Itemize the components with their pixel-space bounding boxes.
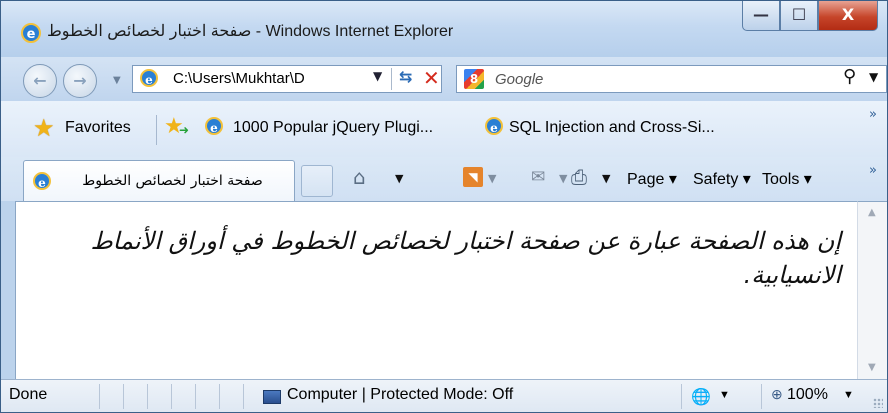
page-content: إن هذه الصفحة عبارة عن صفحة اختبار لخصائ… (15, 201, 857, 379)
title-bar[interactable]: e صفحة اختبار لخصائص الخطوط - Windows In… (1, 1, 887, 57)
minimize-button[interactable]: — (742, 1, 780, 31)
window-title: صفحة اختبار لخصائص الخطوط - Windows Inte… (47, 23, 454, 40)
zoom-dropdown-icon[interactable]: ▼ (843, 389, 854, 401)
ie-tab-icon: e (33, 172, 51, 190)
zoom-level[interactable]: 100% (787, 386, 828, 404)
status-divider (147, 384, 148, 409)
page-menu[interactable]: Page ▾ (627, 169, 677, 189)
refresh-icon[interactable]: ⇆ (399, 67, 412, 86)
scroll-down-arrow-icon[interactable]: ▼ (868, 362, 876, 373)
back-arrow-icon[interactable]: ← (23, 64, 57, 98)
home-icon[interactable]: ⌂ (353, 166, 366, 188)
forward-arrow-icon[interactable]: → (63, 64, 97, 98)
address-bar[interactable]: e C:\Users\Mukhtar\D ▼ ⇆ ✕ (132, 65, 442, 93)
favorite-link-sql[interactable]: SQL Injection and Cross-Si... (509, 119, 715, 137)
status-text: Done (9, 386, 48, 403)
print-dropdown-icon[interactable]: ▼ (602, 172, 610, 185)
google-icon[interactable]: 8 (464, 69, 484, 89)
computer-zone-icon (263, 390, 281, 404)
ie-logo-icon: e (21, 23, 41, 43)
security-icon[interactable]: 🌐 (691, 387, 711, 407)
feeds-icon[interactable]: ◥ (463, 167, 483, 187)
address-dropdown-icon[interactable]: ▼ (373, 69, 382, 83)
add-favorites-arrow-icon: ➜ (179, 123, 190, 137)
search-bar[interactable]: 8 ⚲ ▼ (456, 65, 887, 93)
new-tab-button[interactable] (301, 165, 333, 197)
address-input[interactable]: C:\Users\Mukhtar\D (173, 69, 368, 89)
favorites-star-icon[interactable]: ★ (33, 116, 55, 140)
mail-icon[interactable]: ✉ (531, 166, 545, 188)
ie-link-icon: e (485, 117, 503, 135)
search-input[interactable] (495, 69, 795, 89)
vertical-scrollbar[interactable]: ▲ ▼ (857, 201, 887, 379)
browser-window: e صفحة اختبار لخصائص الخطوط - Windows In… (0, 0, 888, 413)
tab-row: e صفحة اختبار لخصائص الخطوط ⌂ ▼ ◥ ▼ ✉ ▼ … (1, 157, 887, 201)
tools-menu[interactable]: Tools ▾ (762, 169, 812, 189)
close-button[interactable]: X (818, 1, 878, 31)
status-divider (171, 384, 172, 409)
status-divider (681, 384, 682, 409)
page-text: إن هذه الصفحة عبارة عن صفحة اختبار لخصائ… (90, 227, 841, 289)
maximize-button[interactable]: ☐ (780, 1, 818, 31)
navigation-bar: ← → ▼ e C:\Users\Mukhtar\D ▼ ⇆ ✕ 8 ⚲ ▼ (1, 57, 887, 101)
stop-icon[interactable]: ✕ (423, 66, 440, 90)
favorite-link-jquery[interactable]: 1000 Popular jQuery Plugi... (233, 119, 433, 137)
favorites-bar: ★ Favorites ★ ➜ e 1000 Popular jQuery Pl… (1, 101, 887, 157)
more-commands-chevron-icon[interactable]: » (869, 163, 877, 178)
favorites-separator (156, 115, 157, 145)
address-separator (391, 68, 392, 90)
zoom-icon[interactable]: ⊕ (771, 386, 783, 403)
search-icon[interactable]: ⚲ (843, 66, 856, 87)
home-dropdown-icon[interactable]: ▼ (395, 172, 403, 185)
status-divider (123, 384, 124, 409)
more-favorites-chevron-icon[interactable]: » (869, 107, 877, 122)
security-zone[interactable]: Computer | Protected Mode: Off (287, 386, 513, 404)
status-divider (761, 384, 762, 409)
status-divider (219, 384, 220, 409)
status-bar: Done Computer | Protected Mode: Off 🌐 ▼ … (1, 379, 887, 412)
status-divider (99, 384, 100, 409)
status-divider (243, 384, 244, 409)
tab-label: صفحة اختبار لخصائص الخطوط (82, 173, 263, 189)
resize-grip[interactable] (873, 398, 883, 408)
mail-dropdown-icon[interactable]: ▼ (559, 172, 567, 185)
favorites-button[interactable]: Favorites (65, 119, 131, 137)
security-dropdown-icon[interactable]: ▼ (719, 389, 730, 401)
recent-pages-dropdown-icon[interactable]: ▼ (113, 75, 121, 86)
tab-active[interactable]: e صفحة اختبار لخصائص الخطوط (23, 160, 295, 201)
ie-page-icon: e (140, 69, 158, 87)
status-divider (195, 384, 196, 409)
search-options-dropdown-icon[interactable]: ▼ (869, 70, 878, 84)
print-icon[interactable]: ⎙ (571, 166, 587, 188)
feeds-dropdown-icon[interactable]: ▼ (488, 172, 496, 185)
ie-link-icon: e (205, 117, 223, 135)
scroll-up-arrow-icon[interactable]: ▲ (868, 207, 876, 218)
safety-menu[interactable]: Safety ▾ (693, 169, 751, 189)
